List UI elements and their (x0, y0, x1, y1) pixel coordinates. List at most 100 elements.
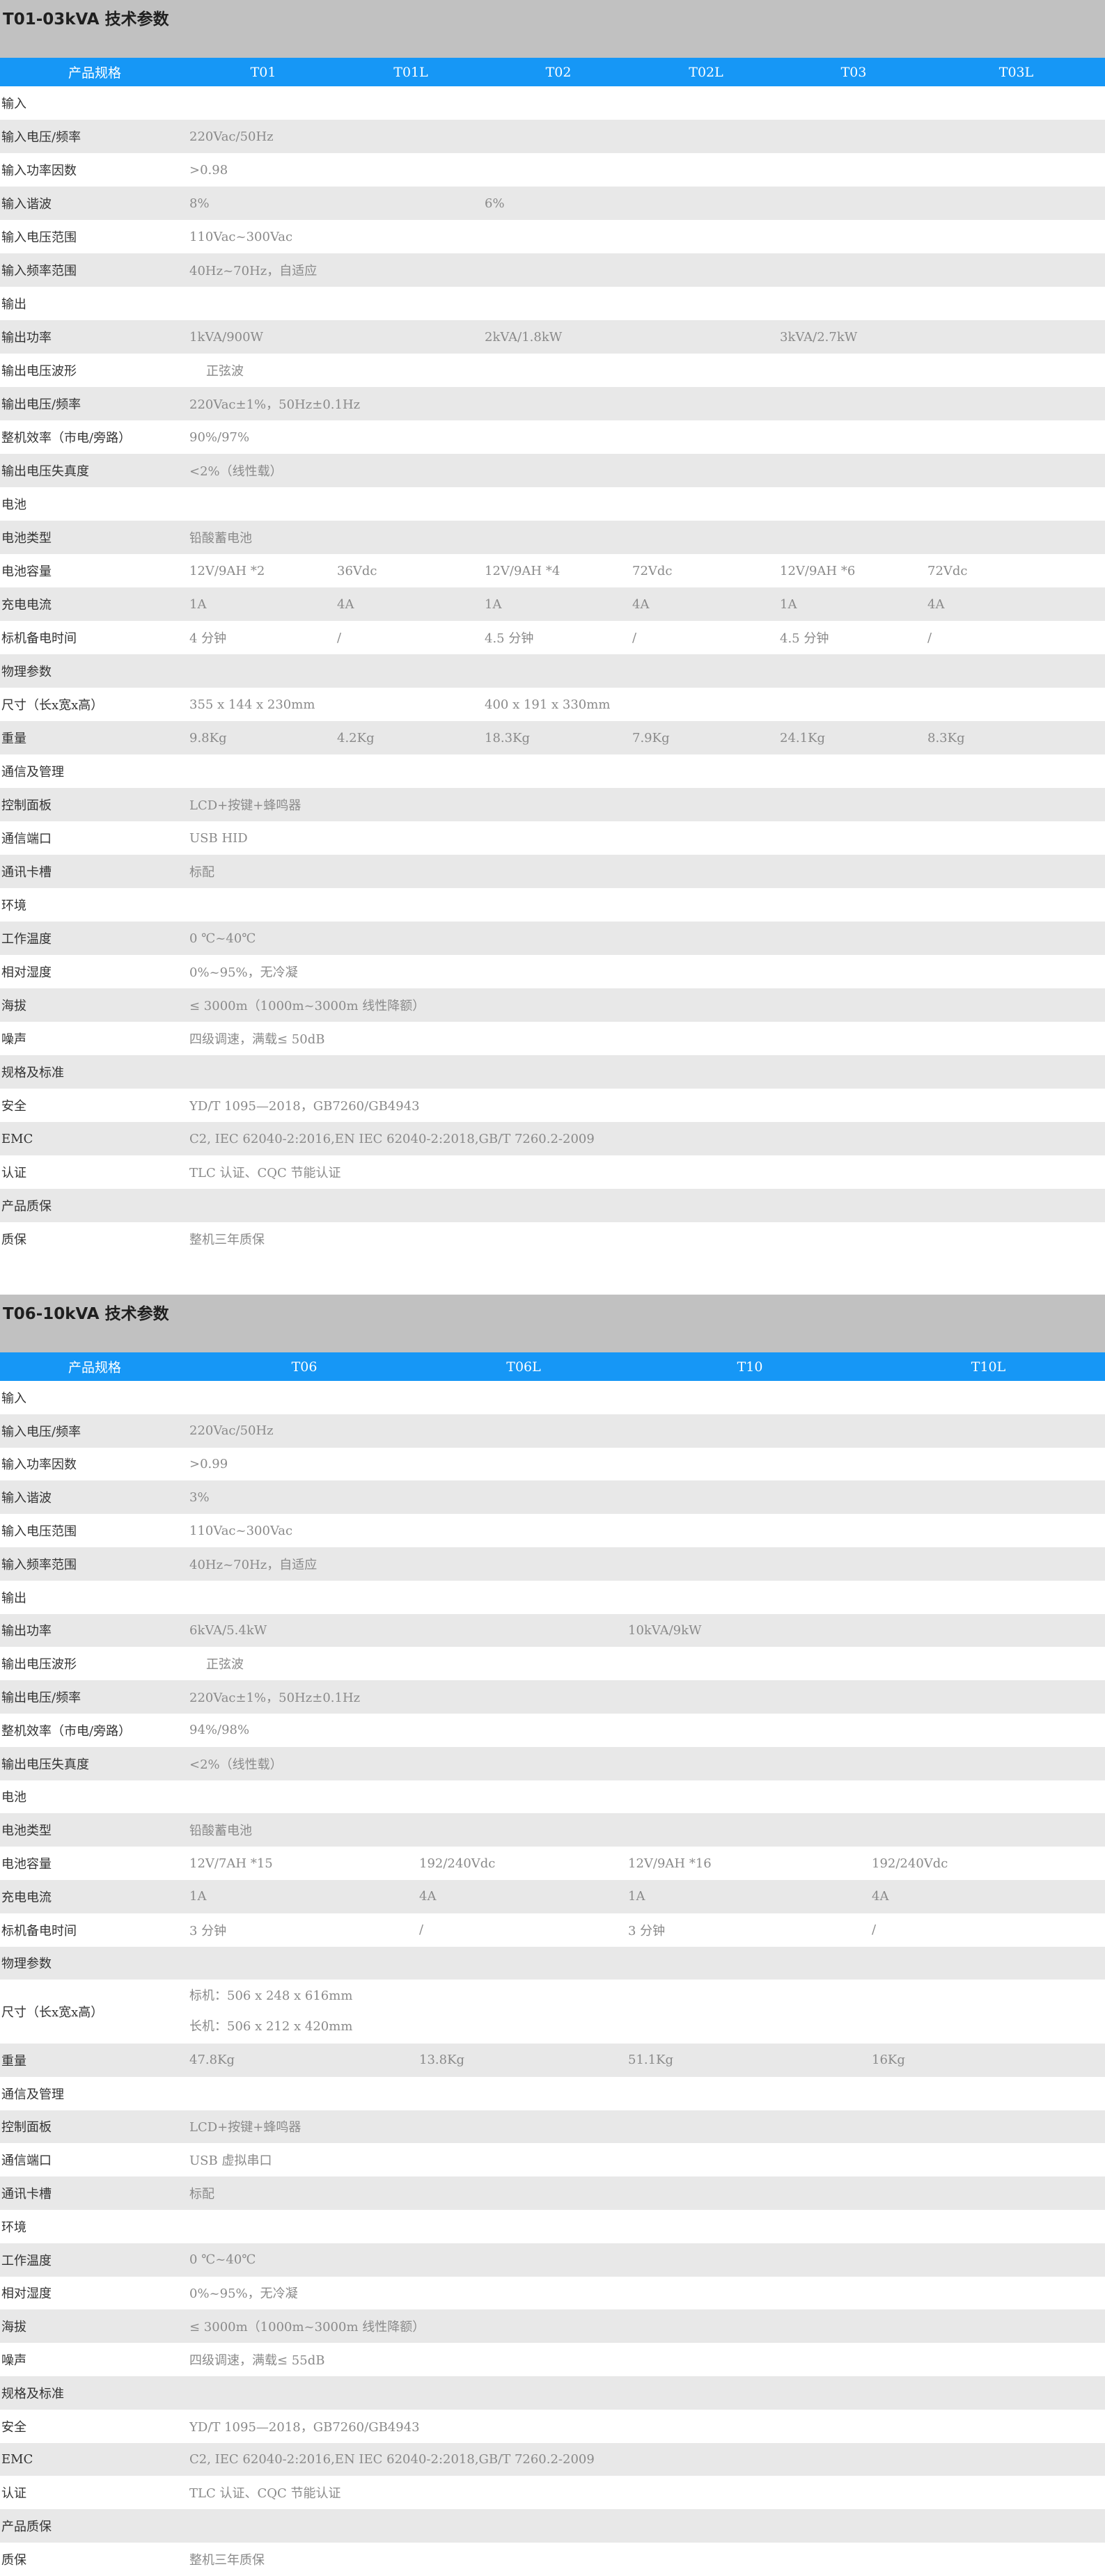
spec-value: 4A (872, 1879, 1105, 1913)
spec-value: / (632, 621, 780, 654)
category-row: 输出 (0, 287, 1105, 320)
spec-label: 整机效率（市电/旁路） (0, 420, 189, 454)
category-label: 输出 (0, 1580, 189, 1614)
spec-value: 1A (485, 587, 632, 621)
spec-row: 输出电压/频率 220Vac±1%，50Hz±0.1Hz (0, 387, 1105, 420)
spec-value: 标机：506 x 248 x 616mm 长机：506 x 212 x 420mm (189, 1980, 1105, 2044)
spec-row: 输入频率范围 40Hz~70Hz，自适应 (0, 1547, 1105, 1581)
spec-table: 产品规格 T06 T06L T10 T10L 输入 输入电压/频率 220Vac/50Hz 输… (0, 1352, 1105, 2576)
spec-row: 输出功率 6kVA/5.4kW 10kVA/9kW (0, 1613, 1105, 1647)
empty-cell (189, 487, 1105, 521)
spec-section-t01-t03: T01-03kVA 技术参数 产品规格 T01 T01L T02 T02L T03 T03L… (0, 0, 1105, 1256)
table-header-row: 产品规格 T01 T01L T02 T02L T03 T03L (0, 58, 1105, 86)
empty-cell (189, 1780, 1105, 1814)
category-row: 规格及标准 (0, 1055, 1105, 1089)
category-label: 输入 (0, 86, 189, 120)
spec-value: 12V/9AH *2 (189, 554, 337, 587)
spec-row: 输入功率因数 >0.98 (0, 153, 1105, 187)
spec-row: 标机备电时间 4 分钟/4.5 分钟/4.5 分钟 / (0, 621, 1105, 654)
spec-value: 四级调速，满载≤ 55dB (189, 2343, 1105, 2376)
spec-value: <2%（线性载） (189, 1746, 1105, 1780)
spec-row: 尺寸（长x宽x高） 355 x 144 x 230mm 400 x 191 x 33… (0, 688, 1105, 721)
spec-label: 通信端口 (0, 821, 189, 855)
section-title-bar: T06-10kVA 技术参数 (0, 1295, 1105, 1352)
spec-row: 电池容量 12V/7AH *15 192/240Vdc 12V/9AH *16 192/… (0, 1847, 1105, 1880)
empty-cell (189, 287, 1105, 320)
spec-row: 输出电压波形 正弦波 (0, 1647, 1105, 1681)
spec-label: 电池类型 (0, 1813, 189, 1847)
spec-label: 尺寸（长x宽x高） (0, 688, 189, 721)
spec-value: 40Hz~70Hz，自适应 (189, 253, 1105, 287)
spec-label: 通讯卡槽 (0, 2176, 189, 2210)
spec-label: 质保 (0, 2542, 189, 2576)
spec-label: 输出电压/频率 (0, 1680, 189, 1714)
header-model: T10L (872, 1352, 1105, 1381)
category-label: 产品质保 (0, 2509, 189, 2543)
category-label: 环境 (0, 2209, 189, 2243)
category-label: 通信及管理 (0, 2076, 189, 2110)
spec-row: 输入谐波 3% (0, 1480, 1105, 1515)
spec-label: 尺寸（长x宽x高） (0, 1980, 189, 2044)
spec-label: 电池容量 (0, 554, 189, 587)
spec-row: 工作温度 0 ℃~40℃ (0, 922, 1105, 955)
spec-value: 4.5 分钟 (485, 621, 632, 654)
spec-value: ≤ 3000m（1000m~3000m 线性降额） (189, 2309, 1105, 2344)
spec-value: 整机三年质保 (189, 1222, 1105, 1256)
spec-label: 认证 (0, 1155, 189, 1189)
spec-value: 标配 (189, 2176, 1105, 2210)
spec-value: / (872, 1913, 1105, 1947)
header-spec-label: 产品规格 (0, 1352, 189, 1381)
spec-value: 220Vac/50Hz (189, 120, 1105, 153)
spec-value: 4A (337, 587, 485, 621)
spec-value: 1A (189, 1879, 419, 1913)
spec-row: 输出电压/频率 220Vac±1%，50Hz±0.1Hz (0, 1680, 1105, 1714)
spec-label: 输入频率范围 (0, 1547, 189, 1581)
spec-label: 标机备电时间 (0, 621, 189, 654)
empty-cell (189, 888, 1105, 922)
table-header-row: 产品规格 T06 T06L T10 T10L (0, 1352, 1105, 1381)
header-model: T03 (780, 58, 927, 86)
spec-value: YD/T 1095—2018，GB7260/GB4943 (189, 1089, 1105, 1122)
spec-row: 输出电压失真度 <2%（线性载） (0, 454, 1105, 487)
header-model: T01 (189, 58, 337, 86)
spec-label: 质保 (0, 1222, 189, 1256)
spec-row: 海拔 ≤ 3000m（1000m~3000m 线性降额） (0, 988, 1105, 1022)
spec-value: LCD+按键+蜂鸣器 (189, 788, 1105, 821)
category-label: 输出 (0, 287, 189, 320)
spec-label: 充电电流 (0, 587, 189, 621)
spec-value: 7.9Kg (632, 721, 780, 754)
spec-value-line: 长机：506 x 212 x 420mm (189, 2019, 353, 2034)
category-label: 通信及管理 (0, 754, 189, 788)
spec-value: 整机三年质保 (189, 2542, 1105, 2576)
spec-row: 输出电压失真度 <2%（线性载） (0, 1746, 1105, 1780)
spec-label: EMC (0, 2442, 189, 2476)
category-row: 电池 (0, 487, 1105, 521)
spec-row: 海拔 ≤ 3000m（1000m~3000m 线性降额） (0, 2309, 1105, 2344)
spec-label: 电池容量 (0, 1847, 189, 1880)
spec-value: 1kVA/900W (189, 320, 485, 354)
empty-cell (189, 1189, 1105, 1222)
spec-value: 3% (189, 1480, 1105, 1515)
spec-label: 输出电压失真度 (0, 1746, 189, 1780)
spec-value: 0 ℃~40℃ (189, 2243, 1105, 2277)
spec-value: 72Vdc (632, 554, 780, 587)
spec-row: 电池类型 铅酸蓄电池 (0, 521, 1105, 554)
spec-row: 标机备电时间 3 分钟/3 分钟 / (0, 1913, 1105, 1947)
spec-value: 4.2Kg (337, 721, 485, 754)
spec-label: 工作温度 (0, 2243, 189, 2277)
category-label: 规格及标准 (0, 2376, 189, 2410)
spec-label: 输入频率范围 (0, 253, 189, 287)
spec-value: 0%~95%，无冷凝 (189, 2276, 1105, 2310)
category-row: 产品质保 (0, 2509, 1105, 2543)
spec-row: 通信端口 USB 虚拟串口 (0, 2143, 1105, 2177)
header-model: T02L (632, 58, 780, 86)
spec-row: 输入功率因数 >0.99 (0, 1447, 1105, 1481)
header-model: T01L (337, 58, 485, 86)
spec-value: TLC 认证、CQC 节能认证 (189, 2476, 1105, 2510)
section-title: T06-10kVA 技术参数 (3, 1305, 169, 1323)
category-row: 产品质保 (0, 1189, 1105, 1222)
spec-value: 94%/98% (189, 1713, 1105, 1747)
spec-table: 产品规格 T01 T01L T02 T02L T03 T03L 输入 输入电压/频率 220Va… (0, 58, 1105, 1256)
spec-value: 6kVA/5.4kW (189, 1613, 628, 1647)
category-row: 通信及管理 (0, 754, 1105, 788)
